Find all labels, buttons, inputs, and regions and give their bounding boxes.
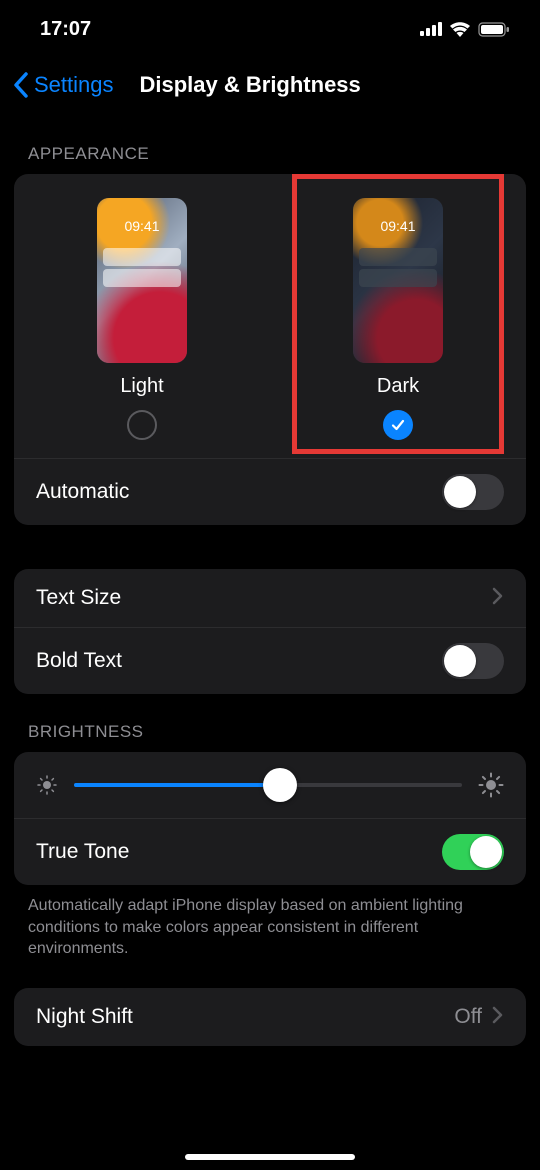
- automatic-row: Automatic: [14, 459, 526, 525]
- nav-bar: Settings Display & Brightness: [0, 54, 540, 116]
- bold-text-row: Bold Text: [14, 627, 526, 694]
- preview-light: 09:41: [97, 198, 187, 363]
- check-icon: [390, 417, 406, 433]
- bold-text-toggle[interactable]: [442, 643, 504, 679]
- bold-text-label: Bold Text: [36, 649, 122, 673]
- light-label: Light: [120, 375, 163, 398]
- preview-dark: 09:41: [353, 198, 443, 363]
- back-button[interactable]: Settings: [12, 72, 114, 98]
- section-header-brightness: Brightness: [0, 694, 540, 752]
- true-tone-row: True Tone: [14, 819, 526, 885]
- wifi-icon: [449, 21, 471, 37]
- chevron-left-icon: [12, 72, 30, 98]
- status-time: 17:07: [40, 18, 91, 41]
- appearance-option-light[interactable]: 09:41 Light: [14, 198, 270, 440]
- true-tone-footer: Automatically adapt iPhone display based…: [0, 885, 540, 960]
- night-shift-row[interactable]: Night Shift Off: [14, 988, 526, 1046]
- sun-high-icon: [478, 772, 504, 798]
- brightness-slider[interactable]: [74, 783, 462, 787]
- appearance-option-dark[interactable]: 09:41 Dark: [270, 198, 526, 440]
- status-bar: 17:07: [0, 0, 540, 54]
- appearance-row: 09:41 Light 09:41 Dark: [14, 174, 526, 459]
- night-shift-group: Night Shift Off: [14, 988, 526, 1046]
- preview-time: 09:41: [97, 218, 187, 234]
- text-group: Text Size Bold Text: [14, 569, 526, 694]
- sun-low-icon: [36, 774, 58, 796]
- brightness-group: True Tone: [14, 752, 526, 885]
- dark-label: Dark: [377, 375, 419, 398]
- text-size-row[interactable]: Text Size: [14, 569, 526, 627]
- status-icons: [420, 21, 510, 37]
- true-tone-toggle[interactable]: [442, 834, 504, 870]
- night-shift-value: Off: [454, 1005, 482, 1029]
- text-size-label: Text Size: [36, 586, 121, 610]
- home-indicator[interactable]: [185, 1154, 355, 1160]
- battery-icon: [478, 22, 510, 37]
- back-label: Settings: [34, 72, 114, 98]
- chevron-right-icon: [492, 1004, 504, 1030]
- section-header-appearance: Appearance: [0, 116, 540, 174]
- preview-time: 09:41: [353, 218, 443, 234]
- radio-light[interactable]: [127, 410, 157, 440]
- night-shift-label: Night Shift: [36, 1005, 133, 1029]
- true-tone-label: True Tone: [36, 840, 129, 864]
- page-title: Display & Brightness: [140, 72, 361, 98]
- radio-dark[interactable]: [383, 410, 413, 440]
- chevron-right-icon: [492, 585, 504, 611]
- cellular-icon: [420, 22, 442, 36]
- brightness-slider-row: [14, 752, 526, 819]
- appearance-group: 09:41 Light 09:41 Dark: [14, 174, 526, 525]
- automatic-toggle[interactable]: [442, 474, 504, 510]
- automatic-label: Automatic: [36, 480, 129, 504]
